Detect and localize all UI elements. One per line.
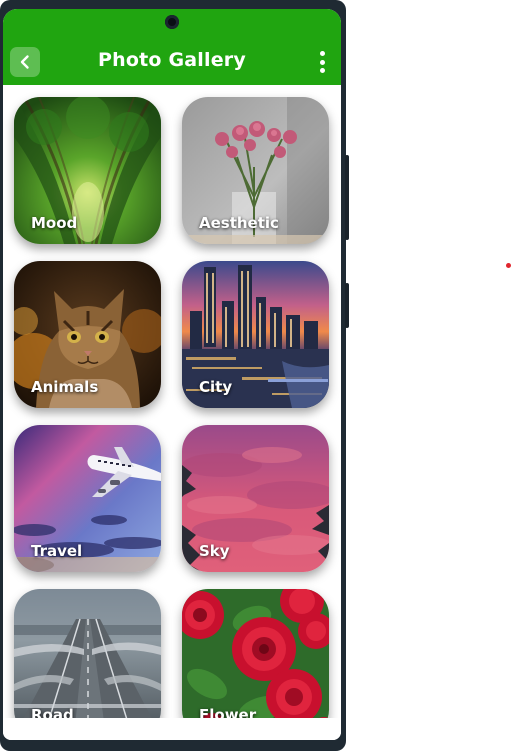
- bottom-bar: [3, 718, 341, 740]
- stage: Photo Gallery Mood Aesthetic Animals Cit…: [0, 0, 513, 751]
- more-vertical-icon: [319, 51, 325, 56]
- gallery-card-label: City: [199, 378, 233, 396]
- power-button: [345, 283, 349, 328]
- phone-frame: Photo Gallery Mood Aesthetic Animals Cit…: [0, 0, 349, 751]
- gallery-card-label: Sky: [199, 542, 230, 560]
- more-options-button[interactable]: [315, 51, 329, 73]
- gallery-card-sky[interactable]: Sky: [182, 425, 329, 572]
- front-camera: [165, 15, 179, 29]
- red-dot-marker: [506, 263, 511, 268]
- phone-screen: Photo Gallery Mood Aesthetic Animals Cit…: [3, 9, 341, 740]
- gallery-card-flower[interactable]: Flower: [182, 589, 329, 718]
- gallery-card-city[interactable]: City: [182, 261, 329, 408]
- more-vertical-icon-dot: [319, 68, 325, 73]
- road-photo: [14, 589, 161, 718]
- gallery-card-label: Mood: [31, 214, 78, 232]
- gallery-card-travel[interactable]: Travel: [14, 425, 161, 572]
- gallery-card-label: Travel: [31, 542, 83, 560]
- page-title: Photo Gallery: [98, 49, 246, 71]
- gallery-card-animals[interactable]: Animals: [14, 261, 161, 408]
- photo-grid: Mood Aesthetic Animals City Travel Sky R…: [3, 85, 341, 718]
- gallery-card-label: Animals: [31, 378, 99, 396]
- gallery-card-mood[interactable]: Mood: [14, 97, 161, 244]
- gallery-card-aesthetic[interactable]: Aesthetic: [182, 97, 329, 244]
- gallery-card-label: Flower: [199, 706, 257, 718]
- volume-button: [345, 155, 349, 240]
- gallery-card-label: Aesthetic: [199, 214, 279, 232]
- app-bar: Photo Gallery: [3, 9, 341, 85]
- flower-photo: [182, 589, 329, 718]
- more-vertical-icon-dot: [319, 59, 325, 65]
- gallery-card-label: Road: [31, 706, 74, 718]
- gallery-card-road[interactable]: Road: [14, 589, 161, 718]
